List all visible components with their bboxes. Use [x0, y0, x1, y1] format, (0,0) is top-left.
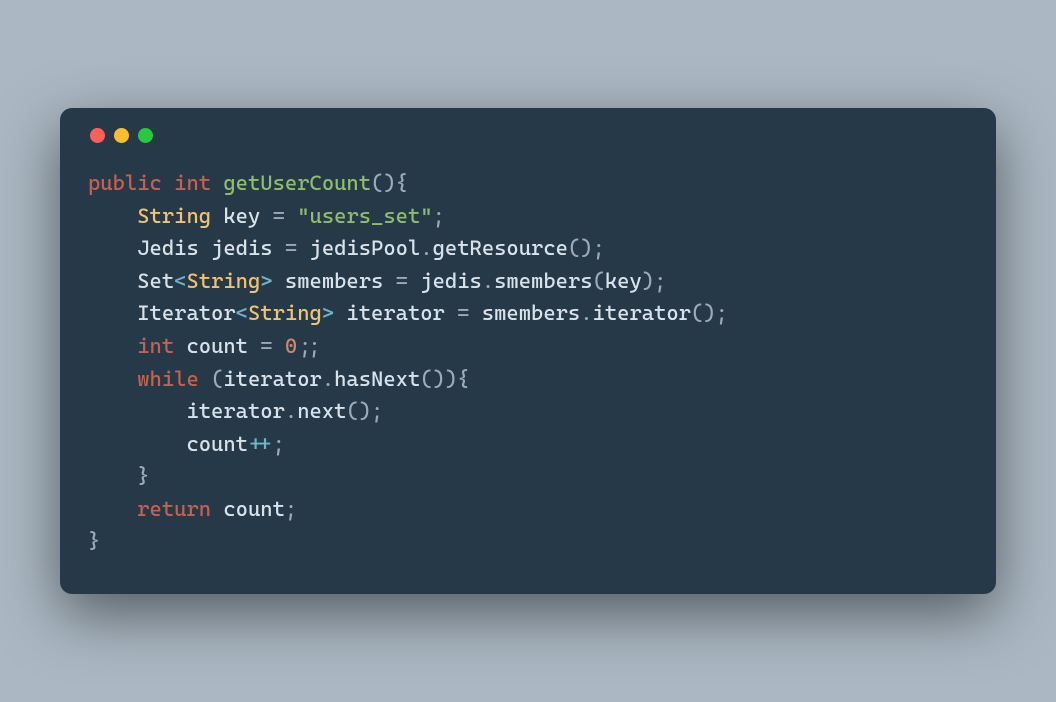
call-next: next	[297, 399, 346, 423]
op-lt: <	[236, 301, 248, 325]
op-gt: >	[322, 301, 334, 325]
maximize-icon[interactable]	[138, 128, 153, 143]
op-gt: >	[260, 269, 272, 293]
number-literal: 0	[285, 334, 297, 358]
type-string: String	[248, 301, 322, 325]
type-jedis: Jedis	[137, 236, 199, 260]
keyword-while: while	[137, 367, 199, 391]
function-name: getUserCount	[223, 171, 371, 195]
var-iterator: iterator	[223, 367, 321, 391]
op-increment: ++	[248, 432, 273, 456]
type-string: String	[137, 204, 211, 228]
op-eq: =	[457, 301, 469, 325]
var-iterator: iterator	[346, 301, 444, 325]
call-hasnext: hasNext	[334, 367, 420, 391]
type-iterator: Iterator	[137, 301, 235, 325]
op-eq: =	[285, 236, 297, 260]
var-smembers: smembers	[285, 269, 383, 293]
string-literal: "users_set"	[297, 204, 432, 228]
var-key: key	[223, 204, 260, 228]
code-block: public int getUserCount(){ String key = …	[88, 167, 968, 558]
var-jedispool: jedisPool	[310, 236, 421, 260]
type-string: String	[186, 269, 260, 293]
minimize-icon[interactable]	[114, 128, 129, 143]
var-count: count	[186, 334, 248, 358]
keyword-public: public	[88, 171, 162, 195]
close-icon[interactable]	[90, 128, 105, 143]
var-iterator: iterator	[186, 399, 284, 423]
call-smembers: smembers	[494, 269, 592, 293]
keyword-int: int	[174, 171, 211, 195]
keyword-return: return	[137, 497, 211, 521]
op-lt: <	[174, 269, 186, 293]
var-jedis: jedis	[211, 236, 273, 260]
var-key: key	[605, 269, 642, 293]
type-set: Set	[137, 269, 174, 293]
call-iterator: iterator	[593, 301, 691, 325]
op-eq: =	[260, 334, 272, 358]
keyword-int: int	[137, 334, 174, 358]
call-getresource: getResource	[433, 236, 568, 260]
code-window: public int getUserCount(){ String key = …	[60, 108, 996, 594]
var-jedis: jedis	[420, 269, 482, 293]
traffic-lights	[90, 128, 968, 143]
var-count: count	[186, 432, 248, 456]
var-smembers: smembers	[482, 301, 580, 325]
op-eq: =	[396, 269, 408, 293]
var-count: count	[223, 497, 285, 521]
op-eq: =	[273, 204, 285, 228]
